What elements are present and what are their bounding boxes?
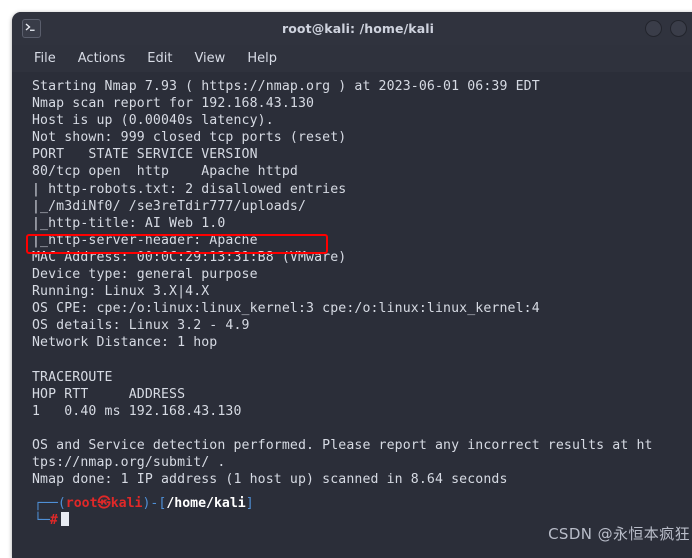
terminal-line: OS and Service detection performed. Plea… [32,437,653,453]
terminal-line: Nmap done: 1 IP address (1 host up) scan… [32,472,508,488]
window-title: root@kali: /home/kali [281,21,435,36]
menu-item-actions[interactable]: Actions [78,51,126,66]
terminal-line: |_http-title: AI Web 1.0 [32,215,226,231]
prompt-symbol: # [49,513,58,529]
menu-item-view[interactable]: View [194,51,225,66]
menu-item-edit[interactable]: Edit [147,51,172,66]
terminal-line-port-http: 80/tcp open http Apache httpd [32,164,298,180]
terminal-window: root@kali: /home/kali File Actions Edit … [12,12,692,558]
prompt-top-line: ┌──(root㉿kali)-[/home/kali] [34,496,692,512]
terminal-line: HOP RTT ADDRESS [32,386,186,402]
menu-item-file[interactable]: File [34,51,56,66]
terminal-line: Device type: general purpose [32,267,258,283]
prompt-at-icon: ㉿ [97,496,111,512]
menu-item-help[interactable]: Help [247,51,277,66]
window-controls [645,20,692,37]
terminal-line: Starting Nmap 7.93 ( https://nmap.org ) … [32,79,540,94]
terminal-line: Running: Linux 3.X|4.X [32,284,210,300]
prompt-user: root [65,496,98,512]
prompt-close-paren: )-[ [142,496,167,512]
terminal-line: MAC Address: 00:0C:29:13:31:B8 (VMware) [32,249,347,265]
minimize-button[interactable] [645,20,662,37]
window-titlebar[interactable]: root@kali: /home/kali [12,12,692,45]
terminal-line: |_/m3diNf0/ /se3reTdir777/uploads/ [32,198,307,214]
terminal-line: tps://nmap.org/submit/ . [32,455,226,471]
terminal-line: OS CPE: cpe:/o:linux:linux_kernel:3 cpe:… [32,301,540,317]
terminal-line: Nmap scan report for 192.168.43.130 [32,96,315,112]
terminal-output-area[interactable]: Starting Nmap 7.93 ( https://nmap.org ) … [12,72,692,558]
prompt-path: /home/kali [166,496,246,512]
prompt-host: kali [110,496,143,512]
screenshot-root: root@kali: /home/kali File Actions Edit … [0,0,692,558]
menu-bar: File Actions Edit View Help [12,45,692,72]
terminal-line: |_http-server-header: Apache [32,232,258,248]
prompt-close-bracket: ] [245,496,254,512]
terminal-line: Not shown: 999 closed tcp ports (reset) [32,130,347,146]
text-cursor [60,512,69,527]
terminal-line: | http-robots.txt: 2 disallowed entries [32,181,347,197]
terminal-line: TRACEROUTE [32,369,113,385]
csdn-watermark: CSDN @永恒本疯狂 [548,525,690,543]
maximize-button[interactable] [670,20,687,37]
terminal-line: Network Distance: 1 hop [32,335,218,351]
prompt-branch-top: ┌──( [34,496,66,512]
terminal-line: Host is up (0.00040s latency). [32,113,274,129]
prompt-branch-bottom: └─ [34,513,50,529]
terminal-line: PORT STATE SERVICE VERSION [32,147,258,163]
terminal-line: OS details: Linux 3.2 - 4.9 [32,318,250,334]
terminal-line: 1 0.40 ms 192.168.43.130 [32,403,242,419]
